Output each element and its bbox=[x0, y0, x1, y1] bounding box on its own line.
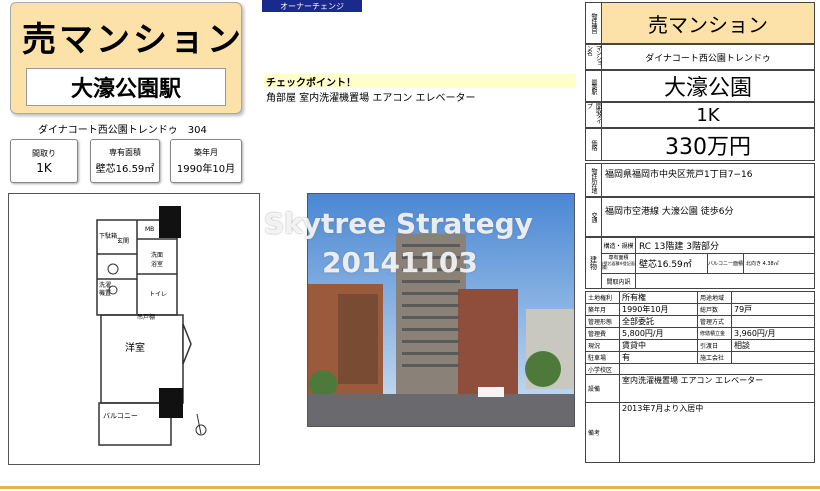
layout-box: 間取り 1K bbox=[10, 139, 78, 183]
balcony-area-value: 北向き 4.38㎡ bbox=[746, 261, 779, 267]
row-transport: 交通 福岡市空港線 大濠公園 徒歩6分 bbox=[585, 197, 815, 237]
row-layout: 間取タイプ 1K bbox=[585, 102, 815, 128]
built-label: 築年月 bbox=[194, 148, 218, 157]
floorplan-breakdown-label: 間取内訳 bbox=[602, 274, 636, 288]
balcony-area-label: バルコニー面積 bbox=[708, 254, 744, 273]
station-value: 大濠公園 bbox=[663, 76, 752, 101]
type-value: 売マンション bbox=[648, 12, 768, 37]
layout-type-value: 1K bbox=[696, 104, 720, 126]
row-address: 物件所在地 福岡県福岡市中央区荒戸1丁目7−16 bbox=[585, 163, 815, 197]
table-row: 管理形態 全部委託 管理方式 bbox=[585, 315, 815, 328]
area-row: 専有面積 (壁芯面積※登記面積) 壁芯16.59㎡ バルコニー面積 北向き 4.… bbox=[602, 254, 814, 274]
structure-row: 構造・規模 RC 13階建 3階部分 bbox=[602, 238, 814, 254]
layout-type-label: 間取タイプ bbox=[586, 103, 602, 127]
transport-label: 交通 bbox=[586, 198, 602, 236]
row-type: 物件種目 売マンション bbox=[585, 2, 815, 44]
row-price: 価格 330万円 bbox=[585, 128, 815, 161]
building-section: 建物 構造・規模 RC 13階建 3階部分 専有面積 (壁芯面積※登記面積) 壁… bbox=[585, 237, 815, 289]
watermark-date: 20141103 bbox=[322, 246, 478, 279]
toilet-label: トイレ bbox=[149, 291, 167, 298]
building-label: 建物 bbox=[586, 238, 602, 288]
mb-label: MB bbox=[145, 226, 154, 233]
layout-value: 1K bbox=[36, 160, 52, 175]
table-row: 駐車場 有 施工会社 bbox=[585, 351, 815, 364]
transport-value: 福岡市空港線 大濠公園 徒歩6分 bbox=[605, 207, 734, 217]
area-box: 専有面積 壁芯16.59㎡ bbox=[90, 139, 160, 183]
name-label: マンション名 bbox=[586, 45, 602, 69]
bottom-divider bbox=[0, 486, 820, 489]
table-row: 備考 2013年7月より入居中 bbox=[585, 402, 815, 463]
area-value: 壁芯16.59㎡ bbox=[95, 164, 155, 175]
building-room: ダイナコート西公園トレンドゥ 304 bbox=[38, 125, 207, 136]
owner-change-badge: オーナーチェンジ bbox=[262, 0, 362, 12]
price-label: 価格 bbox=[586, 129, 602, 160]
checkpoint-body: 角部屋 室内洗濯機置場 エアコン エレベーター bbox=[266, 93, 476, 104]
row-name: マンション名 ダイナコート西公園トレンドゥ bbox=[585, 44, 815, 70]
floor-plan: 下駄箱 玄関 MB 洗面 浴室 洗濯 機置 トイレ 吊戸棚 洋室 バルコニー bbox=[8, 193, 260, 465]
structure-label: 構造・規模 bbox=[602, 238, 636, 253]
shoes-label: 下駄箱 bbox=[99, 232, 117, 240]
table-row: 築年月 1990年10月 総戸数 79戸 bbox=[585, 303, 815, 316]
area-row-label: 専有面積 (壁芯面積※登記面積) bbox=[602, 254, 636, 273]
area-row-sub: (壁芯面積※登記面積) bbox=[602, 260, 635, 271]
address-label: 物件所在地 bbox=[586, 164, 602, 196]
station-label: 最寄駅 bbox=[586, 71, 602, 101]
layout-label: 間取り bbox=[32, 148, 56, 158]
laundry-label: 洗濯 bbox=[99, 281, 111, 289]
table-row: 管理費 5,800円/月 修繕積立金 3,960円/月 bbox=[585, 327, 815, 340]
area-row-value: 壁芯16.59㎡ bbox=[636, 254, 708, 273]
address-value: 福岡県福岡市中央区荒戸1丁目7−16 bbox=[605, 170, 753, 180]
room-label: 洋室 bbox=[125, 341, 145, 354]
svg-text:浴室: 浴室 bbox=[151, 260, 163, 268]
closet-label: 吊戸棚 bbox=[137, 313, 155, 321]
table-row: 設備 室内洗濯機置場 エアコン エレベーター bbox=[585, 374, 815, 403]
row-station: 最寄駅 大濠公園 bbox=[585, 70, 815, 102]
table-row: 土地権利 所有権 用途地域 bbox=[585, 291, 815, 304]
watermark-text: Skytree Strategy bbox=[264, 207, 533, 240]
built-value: 1990年10月 bbox=[176, 164, 236, 175]
details-table: 土地権利 所有権 用途地域 築年月 1990年10月 総戸数 79戸 管理形態 … bbox=[585, 291, 815, 463]
price-value: 330万円 bbox=[665, 134, 751, 160]
type-label: 物件種目 bbox=[586, 3, 602, 43]
genkan-label: 玄関 bbox=[117, 237, 129, 245]
name-value: ダイナコート西公園トレンドゥ bbox=[602, 45, 814, 69]
table-row: 小学校区 bbox=[585, 363, 815, 375]
area-label: 専有面積 bbox=[109, 148, 141, 157]
page-title: 売マンション bbox=[22, 20, 244, 60]
washroom-label: 洗面 bbox=[151, 251, 163, 259]
built-box: 築年月 1990年10月 bbox=[170, 139, 242, 183]
balcony-label: バルコニー bbox=[103, 412, 138, 420]
floor-plan-drawing: 下駄箱 玄関 MB 洗面 浴室 洗濯 機置 トイレ 吊戸棚 洋室 バルコニー bbox=[96, 206, 207, 446]
checkpoint-title: チェックポイント！ bbox=[266, 78, 356, 89]
floorplan-breakdown-row: 間取内訳 bbox=[602, 274, 814, 288]
table-row: 現況 賃貸中 引渡日 相談 bbox=[585, 339, 815, 352]
station-name: 大濠公園駅 bbox=[26, 68, 226, 106]
structure-value: RC 13階建 3階部分 bbox=[639, 242, 719, 252]
svg-text:機置: 機置 bbox=[99, 289, 111, 297]
